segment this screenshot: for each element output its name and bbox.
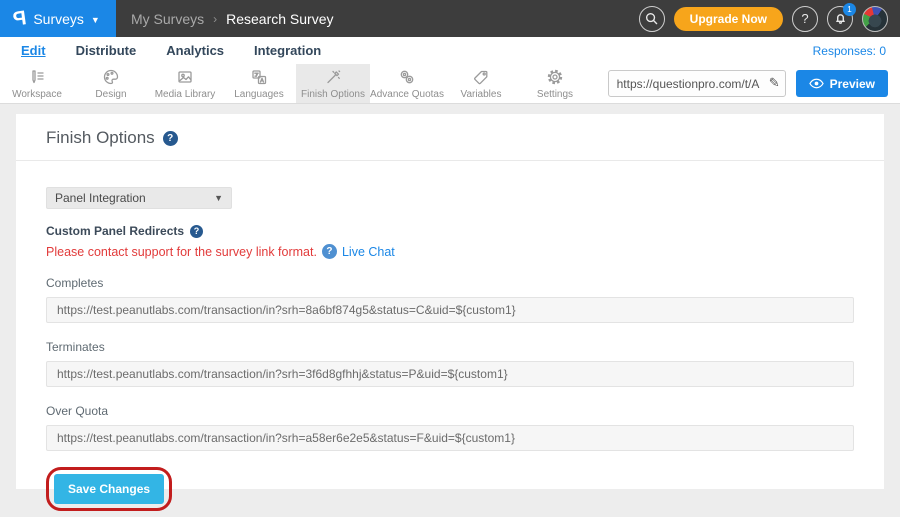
chain-links-icon <box>397 67 417 87</box>
magic-wand-icon <box>323 67 343 87</box>
top-header: P Surveys ▼ My Surveys › Research Survey… <box>0 0 900 37</box>
breadcrumb-separator: › <box>213 12 217 26</box>
finish-options-card: Finish Options ? Panel Integration ▼ Cus… <box>16 114 884 489</box>
toolbar-tab-workspace[interactable]: Workspace <box>0 64 74 103</box>
toolbar-tab-variables[interactable]: Variables <box>444 64 518 103</box>
user-avatar[interactable] <box>862 6 888 32</box>
notification-badge: 1 <box>843 3 856 16</box>
questionpro-logo-icon: P <box>12 8 28 30</box>
finish-options-help-icon[interactable]: ? <box>163 131 178 146</box>
search-icon <box>645 12 658 25</box>
toolbar-tab-media-library[interactable]: Media Library <box>148 64 222 103</box>
translate-icon <box>249 67 269 87</box>
toolbar-tab-advance-quotas[interactable]: Advance Quotas <box>370 64 444 103</box>
custom-redirects-help-icon[interactable]: ? <box>190 225 203 238</box>
upgrade-button[interactable]: Upgrade Now <box>674 7 783 31</box>
live-chat-link[interactable]: Live Chat <box>342 245 395 259</box>
page-title: Finish Options <box>46 128 155 148</box>
completes-label: Completes <box>46 276 854 290</box>
edit-url-pencil-icon[interactable]: ✎ <box>769 75 780 91</box>
search-button[interactable] <box>639 6 665 32</box>
panel-type-select[interactable]: Panel Integration ▼ <box>46 187 232 209</box>
notifications-button[interactable]: 1 <box>827 6 853 32</box>
section-heading: Custom Panel Redirects <box>46 224 184 238</box>
palette-icon <box>101 67 121 87</box>
breadcrumb-current-survey: Research Survey <box>226 11 333 27</box>
panel-type-value: Panel Integration <box>55 191 146 205</box>
tag-icon <box>471 67 491 87</box>
toolbar-tab-languages[interactable]: Languages <box>222 64 296 103</box>
terminates-field-group: Terminates <box>46 340 854 387</box>
breadcrumb: My Surveys › Research Survey <box>116 0 334 37</box>
chevron-down-icon: ▼ <box>91 15 100 25</box>
over-quota-url-input[interactable] <box>46 425 854 451</box>
page-body: Finish Options ? Panel Integration ▼ Cus… <box>0 104 900 489</box>
product-switcher[interactable]: P Surveys ▼ <box>0 0 116 37</box>
gear-icon <box>545 67 565 87</box>
terminates-url-input[interactable] <box>46 361 854 387</box>
toolbar-tab-settings[interactable]: Settings <box>518 64 592 103</box>
chevron-down-icon: ▼ <box>214 193 223 203</box>
responses-count[interactable]: Responses: 0 <box>813 44 886 58</box>
toolbar-tab-finish-options[interactable]: Finish Options <box>296 64 370 103</box>
question-mark-icon: ? <box>801 11 808 26</box>
completes-field-group: Completes <box>46 276 854 323</box>
eye-icon <box>809 78 824 89</box>
edit-toolbar: Workspace Design Media Library Languages… <box>0 64 900 104</box>
product-name: Surveys <box>33 11 84 27</box>
breadcrumb-my-surveys[interactable]: My Surveys <box>131 11 204 27</box>
nav-tab-distribute[interactable]: Distribute <box>76 43 137 58</box>
live-chat-icon[interactable]: ? <box>322 244 337 259</box>
completes-url-input[interactable] <box>46 297 854 323</box>
header-actions: Upgrade Now ? 1 <box>639 0 900 37</box>
nav-tab-edit[interactable]: Edit <box>21 43 46 58</box>
nav-tab-analytics[interactable]: Analytics <box>166 43 224 58</box>
help-button[interactable]: ? <box>792 6 818 32</box>
save-changes-button[interactable]: Save Changes <box>54 474 164 504</box>
workspace-icon <box>27 67 47 87</box>
over-quota-field-group: Over Quota <box>46 404 854 451</box>
over-quota-label: Over Quota <box>46 404 854 418</box>
terminates-label: Terminates <box>46 340 854 354</box>
preview-button[interactable]: Preview <box>796 70 888 97</box>
nav-tab-integration[interactable]: Integration <box>254 43 321 58</box>
image-icon <box>175 67 195 87</box>
support-notice: Please contact support for the survey li… <box>46 245 317 259</box>
survey-url-input[interactable] <box>608 70 786 97</box>
annotation-highlight: Save Changes <box>46 467 172 511</box>
toolbar-tab-design[interactable]: Design <box>74 64 148 103</box>
survey-nav: Edit Distribute Analytics Integration Re… <box>0 37 900 64</box>
